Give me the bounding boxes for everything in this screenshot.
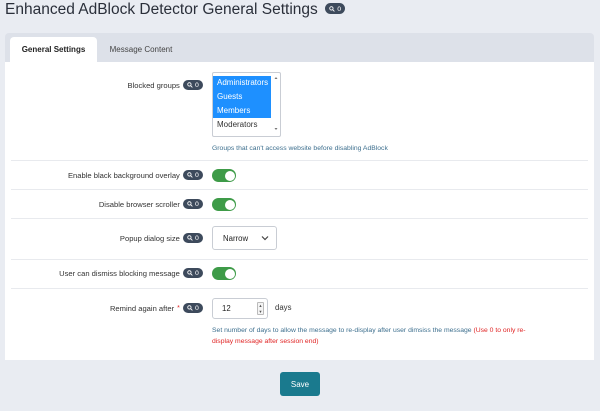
badge-count: 0 [337, 4, 342, 13]
blocked-groups-listbox[interactable]: Administrators Guests Members Moderators [212, 72, 281, 137]
blocked-groups-label-text: Blocked groups [127, 80, 180, 90]
search-icon [187, 305, 193, 311]
blocked-groups-label: Blocked groups 0 [115, 79, 203, 91]
search-icon [187, 172, 193, 178]
search-badge[interactable]: 0 [182, 199, 203, 209]
divider [11, 259, 588, 260]
search-badge[interactable]: 0 [182, 268, 203, 278]
black-overlay-toggle[interactable] [212, 169, 236, 182]
popup-size-label-text: Popup dialog size [119, 233, 180, 243]
tab-message-content[interactable]: Message Content [98, 37, 184, 62]
badge-count: 0 [194, 81, 199, 89]
badge-count: 0 [194, 269, 199, 277]
search-icon [187, 82, 193, 88]
remind-days-input[interactable]: 12 ▲ ▼ [212, 298, 268, 319]
number-stepper[interactable]: ▲ ▼ [257, 302, 264, 315]
disable-scroller-label: Disable browser scroller 0 [45, 198, 203, 210]
badge-count: 0 [194, 304, 199, 312]
search-badge[interactable]: 0 [182, 303, 203, 313]
divider [11, 218, 588, 219]
search-badge[interactable]: 0 [182, 233, 203, 243]
settings-tabs: General Settings Message Content [5, 33, 594, 62]
badge-count: 0 [194, 200, 199, 208]
remind-help-text: Set number of days to allow the message … [212, 327, 472, 334]
search-icon [187, 235, 193, 241]
chevron-down-icon [261, 236, 269, 241]
black-overlay-label: Enable black background overlay 0 [45, 169, 203, 181]
remind-again-label: Remind again after * 0 [45, 302, 203, 314]
list-option-administrators[interactable]: Administrators [213, 76, 271, 90]
disable-scroller-label-text: Disable browser scroller [98, 199, 180, 209]
search-icon [329, 6, 335, 12]
popup-size-value: Narrow [223, 233, 249, 243]
divider [11, 160, 588, 161]
badge-count: 0 [194, 234, 199, 242]
blocked-groups-help: Groups that can't access website before … [212, 145, 388, 152]
page-title-text: Enhanced AdBlock Detector General Settin… [5, 1, 318, 18]
remind-help-warning-cont: display message after session end) [212, 338, 319, 345]
listbox-scrollbar[interactable] [274, 76, 278, 131]
search-badge[interactable]: 0 [325, 3, 346, 15]
disable-scroller-toggle[interactable] [212, 198, 236, 211]
remind-help-warning: (Use 0 to only re- [473, 327, 526, 334]
page-title: Enhanced AdBlock Detector General Settin… [5, 1, 346, 19]
save-button[interactable]: Save [280, 372, 320, 396]
user-dismiss-toggle[interactable] [212, 267, 236, 280]
black-overlay-label-text: Enable black background overlay [67, 170, 180, 180]
list-option-moderators[interactable]: Moderators [213, 118, 280, 132]
search-badge[interactable]: 0 [182, 80, 203, 90]
search-badge[interactable]: 0 [182, 170, 203, 180]
badge-count: 0 [194, 171, 199, 179]
stepper-down-icon[interactable]: ▼ [258, 309, 263, 315]
remind-help-line-2: display message after session end) [212, 338, 319, 345]
search-icon [187, 201, 193, 207]
remind-days-unit: days [275, 303, 292, 312]
search-icon [187, 270, 193, 276]
popup-size-select[interactable]: Narrow [212, 226, 277, 250]
divider [11, 288, 588, 289]
user-dismiss-label-text: User can dismiss blocking message [59, 268, 180, 278]
popup-size-label: Popup dialog size 0 [45, 232, 203, 244]
list-option-members[interactable]: Members [213, 104, 271, 118]
list-option-guests[interactable]: Guests [213, 90, 271, 104]
tab-general-settings[interactable]: General Settings [10, 37, 97, 62]
required-mark: * [177, 304, 180, 312]
remind-again-label-text: Remind again after [109, 303, 175, 313]
user-dismiss-label: User can dismiss blocking message 0 [25, 267, 203, 279]
remind-days-value: 12 [222, 304, 231, 313]
remind-help-line-1: Set number of days to allow the message … [212, 327, 526, 334]
settings-panel: Blocked groups 0 Administrators Guests M… [5, 62, 594, 360]
divider [11, 189, 588, 190]
